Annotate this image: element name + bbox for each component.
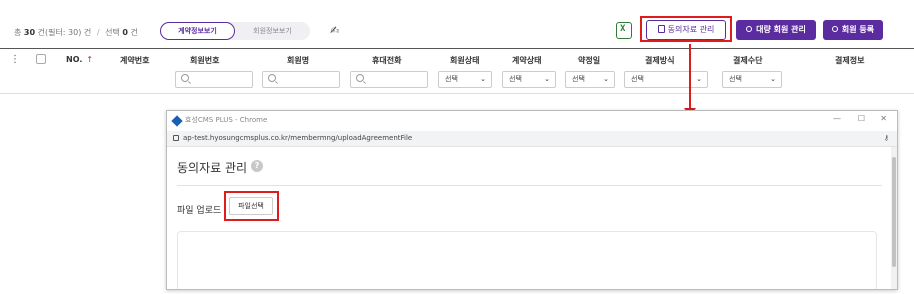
scrollbar[interactable] xyxy=(891,147,897,289)
help-icon[interactable]: ? xyxy=(251,160,263,172)
total-count: 30 xyxy=(23,28,36,37)
select-all-checkbox[interactable] xyxy=(36,54,46,64)
app-logo-icon xyxy=(171,115,183,127)
scrollbar-thumb[interactable] xyxy=(892,157,896,267)
header-member-status[interactable]: 회원상태 xyxy=(450,55,479,66)
table-header: ⋮ NO. ↑ 계약번호 회원번호 회원명 휴대전화 회원상태 선택 ⌄ 계약상태 … xyxy=(0,48,914,94)
column-menu-icon[interactable]: ⋮ xyxy=(10,54,20,65)
member-no-filter[interactable] xyxy=(175,71,253,88)
maximize-icon[interactable]: ☐ xyxy=(858,114,865,123)
selected-count: 0 xyxy=(122,28,128,37)
search-icon xyxy=(268,74,276,82)
sort-asc-icon: ↑ xyxy=(86,55,94,64)
annotation-arrow xyxy=(689,44,691,110)
minimize-icon[interactable]: — xyxy=(833,114,841,123)
chevron-down-icon: ⌄ xyxy=(603,75,609,83)
header-contract-status[interactable]: 계약상태 xyxy=(512,55,541,66)
register-member-button[interactable]: 회원 등록 xyxy=(823,20,883,40)
member-status-select[interactable]: 선택 ⌄ xyxy=(438,71,492,88)
list-toolbar: 총 30 건(필터: 30) 건 / 선택 0 건 계약정보보기 회원정보보기 … xyxy=(0,0,914,42)
payment-means-select[interactable]: 선택 ⌄ xyxy=(722,71,782,88)
header-contract-no[interactable]: 계약번호 xyxy=(120,55,149,66)
due-date-select[interactable]: 선택 ⌄ xyxy=(565,71,615,88)
signature-icon[interactable]: ✍ xyxy=(330,24,339,37)
header-no[interactable]: NO. ↑ xyxy=(66,55,93,64)
summary-separator: / xyxy=(96,28,100,37)
header-member-name[interactable]: 회원명 xyxy=(287,55,309,66)
member-view-tab[interactable]: 회원정보보기 xyxy=(235,22,310,40)
chevron-down-icon: ⌄ xyxy=(696,75,702,83)
lock-icon xyxy=(173,135,179,141)
register-button-label: 회원 등록 xyxy=(841,25,875,34)
consent-popup-window: 효성CMS PLUS - Chrome — ☐ ✕ ap-test.hyosun… xyxy=(166,110,898,290)
popup-content: 동의자료 관리 ? 파일 업로드 파일선택 xyxy=(167,147,897,289)
view-toggle: 계약정보보기 회원정보보기 xyxy=(160,22,310,40)
users-icon xyxy=(746,26,753,32)
excel-download-button[interactable]: X xyxy=(616,22,632,39)
record-summary: 총 30 건(필터: 30) 건 / 선택 0 건 xyxy=(14,27,138,38)
header-member-no[interactable]: 회원번호 xyxy=(190,55,219,66)
close-icon[interactable]: ✕ xyxy=(880,114,887,123)
chevron-down-icon: ⌄ xyxy=(770,75,776,83)
upload-label: 파일 업로드 xyxy=(177,206,222,216)
contract-view-tab[interactable]: 계약정보보기 xyxy=(160,22,235,40)
header-payment-info[interactable]: 결제정보 xyxy=(835,55,864,66)
url-text: ap-test.hyosungcmsplus.co.kr/membermng/u… xyxy=(183,134,413,142)
contract-status-select[interactable]: 선택 ⌄ xyxy=(502,71,556,88)
chevron-down-icon: ⌄ xyxy=(544,75,550,83)
file-list-area xyxy=(177,231,877,289)
header-payment-means[interactable]: 결제수단 xyxy=(733,55,762,66)
excel-icon: X xyxy=(620,24,626,34)
highlight-box xyxy=(640,16,732,42)
window-titlebar: 효성CMS PLUS - Chrome — ☐ ✕ xyxy=(167,111,897,131)
key-icon[interactable]: ⚷ xyxy=(884,134,889,142)
member-name-filter[interactable] xyxy=(262,71,340,88)
divider xyxy=(177,185,882,186)
header-mobile[interactable]: 휴대전화 xyxy=(372,55,401,66)
user-add-icon xyxy=(831,26,838,32)
window-title: 효성CMS PLUS - Chrome xyxy=(185,116,268,124)
search-icon xyxy=(356,74,364,82)
chevron-down-icon: ⌄ xyxy=(480,75,486,83)
bulk-member-button[interactable]: 대량 회원 관리 xyxy=(736,20,816,40)
total-prefix: 총 xyxy=(14,28,22,37)
header-due-date[interactable]: 약정일 xyxy=(578,55,600,66)
highlight-box xyxy=(224,191,279,221)
search-icon xyxy=(181,74,189,82)
bulk-button-label: 대량 회원 관리 xyxy=(756,25,806,34)
address-bar[interactable]: ap-test.hyosungcmsplus.co.kr/membermng/u… xyxy=(167,131,897,147)
payment-method-select[interactable]: 선택 ⌄ xyxy=(624,71,708,88)
selected-prefix: 선택 xyxy=(105,28,120,37)
selected-suffix: 건 xyxy=(130,28,138,37)
total-suffix: 건(필터: 30) 건 xyxy=(37,28,92,37)
page-title: 동의자료 관리 xyxy=(177,161,248,175)
mobile-filter[interactable] xyxy=(350,71,428,88)
header-payment-method[interactable]: 결제방식 xyxy=(645,55,674,66)
